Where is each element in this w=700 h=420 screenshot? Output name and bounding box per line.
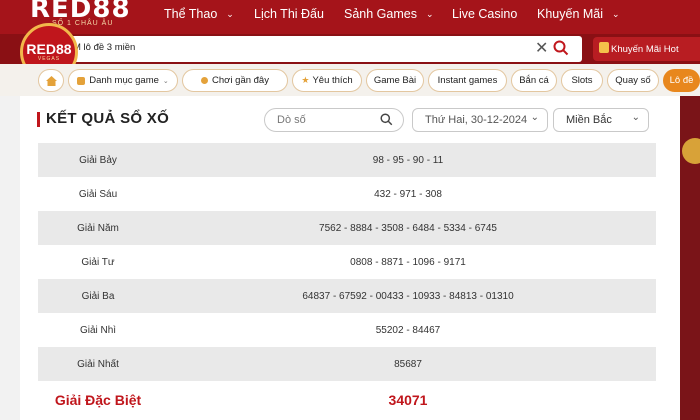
search-text: lô đề 3 miền — [83, 42, 136, 53]
promo-button[interactable]: Khuyến Mãi Hot — [593, 37, 700, 61]
home-icon — [45, 75, 57, 86]
prize-label: Giải Ba — [81, 290, 115, 302]
date-select[interactable]: Thứ Hai, 30-12-2024 ⌄ — [412, 108, 548, 132]
chip-quay-so[interactable]: Quay số — [607, 69, 659, 92]
chip-label: Lô đề — [669, 75, 694, 86]
logo-text: RED88 — [26, 41, 72, 57]
promo-label: Khuyến Mãi Hot — [611, 43, 679, 55]
table-row: Giải Nhất 85687 — [38, 347, 656, 381]
chip-label: Danh mục game — [89, 75, 159, 86]
chip-yeu-thich[interactable]: ★ Yêu thích — [292, 69, 362, 92]
table-row: Giải Sáu 432 - 971 - 308 — [38, 177, 656, 211]
chip-label: Bắn cá — [519, 75, 549, 86]
prize-label: Giải Đặc Biệt — [54, 392, 142, 408]
prize-value: 432 - 971 - 308 — [374, 188, 442, 200]
search-icon[interactable] — [553, 40, 569, 61]
prize-label: Giải Nhì — [79, 324, 117, 336]
table-row-special: Giải Đặc Biệt 34071 — [38, 383, 656, 417]
prize-label: Giải Bảy — [79, 154, 117, 166]
prize-value: 98 - 95 - 90 - 11 — [372, 154, 444, 166]
clock-icon — [201, 77, 209, 84]
chip-label: Yêu thích — [312, 75, 353, 86]
chip-label: Game Bài — [373, 75, 417, 86]
number-search-input[interactable]: Dò số — [264, 108, 404, 132]
nav-lich-thi-dau[interactable]: Lịch Thi Đấu — [254, 0, 324, 28]
prize-value: 64837 - 67592 - 00433 - 10933 - 84813 - … — [302, 290, 514, 302]
title-accent — [37, 112, 40, 127]
nav-label: Live Casino — [452, 7, 518, 21]
chevron-down-icon: ⌄ — [631, 112, 640, 123]
page-title: KẾT QUẢ SỔ XỐ — [46, 110, 170, 127]
table-row: Giải Bảy 98 - 95 - 90 - 11 — [38, 143, 656, 177]
table-row: Giải Tư 0808 - 8871 - 1096 - 9171 — [38, 245, 656, 279]
table-row: Giải Ba 64837 - 67592 - 00433 - 10933 - 8… — [38, 279, 656, 313]
chevron-down-icon: ⌄ — [162, 77, 169, 85]
table-row: Giải Năm 7562 - 8884 - 3508 - 6484 - 5334… — [38, 211, 656, 245]
prize-label: Giải Sáu — [78, 188, 118, 200]
nav-label: Khuyến Mãi — [537, 7, 604, 21]
region-select[interactable]: Miền Bắc ⌄ — [553, 108, 649, 132]
nav-sanh-games[interactable]: Sảnh Games ⌄ — [344, 0, 434, 28]
prize-value: 7562 - 8884 - 3508 - 6484 - 5334 - 6745 — [319, 222, 497, 234]
nav-the-thao[interactable]: Thể Thao ⌄ — [164, 0, 234, 28]
chip-label: Quay số — [615, 75, 651, 86]
prize-value: 34071 — [388, 392, 428, 408]
search-input[interactable] — [60, 36, 582, 62]
prize-label: Giải Năm — [77, 222, 119, 234]
chip-choi-gan-day[interactable]: Chơi gần đây — [182, 69, 288, 92]
home-button[interactable] — [38, 69, 64, 92]
logo-subtext: VEGAS — [37, 56, 61, 62]
chip-label: Chơi gần đây — [212, 75, 269, 86]
prize-label: Giải Tư — [81, 256, 115, 268]
chip-game-bai[interactable]: Game Bài — [366, 69, 424, 92]
number-search-placeholder: Dò số — [277, 114, 306, 126]
date-value: Thứ Hai, 30-12-2024 — [425, 114, 528, 126]
grid-icon — [77, 76, 86, 85]
prize-value: 85687 — [394, 358, 422, 370]
gift-icon — [599, 42, 609, 53]
nav-label: Thể Thao — [164, 7, 218, 21]
prize-label: Giải Nhất — [77, 358, 119, 370]
chip-label: Instant games — [437, 75, 498, 86]
close-icon[interactable]: ✕ — [535, 38, 548, 58]
prize-value: 0808 - 8871 - 1096 - 9171 — [350, 256, 466, 268]
chevron-down-icon: ⌄ — [226, 8, 234, 19]
chip-ban-ca[interactable]: Bắn cá — [511, 69, 557, 92]
chevron-down-icon: ⌄ — [530, 112, 539, 123]
search-icon[interactable] — [380, 113, 393, 129]
table-row: Giải Nhì 55202 - 84467 — [38, 313, 656, 347]
side-decoration — [680, 96, 700, 420]
coin-icon — [682, 138, 700, 164]
nav-khuyen-mai[interactable]: Khuyến Mãi ⌄ — [537, 0, 620, 28]
nav-label: Sảnh Games — [344, 7, 417, 21]
chip-slots[interactable]: Slots — [561, 69, 603, 92]
region-value: Miền Bắc — [566, 114, 612, 126]
nav-label: Lịch Thi Đấu — [254, 7, 324, 21]
chevron-down-icon: ⌄ — [425, 8, 434, 19]
chevron-down-icon: ⌄ — [612, 8, 620, 19]
prize-value: 55202 - 84467 — [375, 324, 441, 336]
nav-live-casino[interactable]: Live Casino — [452, 0, 517, 28]
chip-lo-de[interactable]: Lô đề — [663, 69, 700, 92]
chip-label: Slots — [571, 75, 593, 86]
chip-danh-muc-game[interactable]: Danh mục game ⌄ — [68, 69, 178, 92]
chip-instant-games[interactable]: Instant games — [428, 69, 507, 92]
star-icon: ★ — [301, 75, 310, 85]
